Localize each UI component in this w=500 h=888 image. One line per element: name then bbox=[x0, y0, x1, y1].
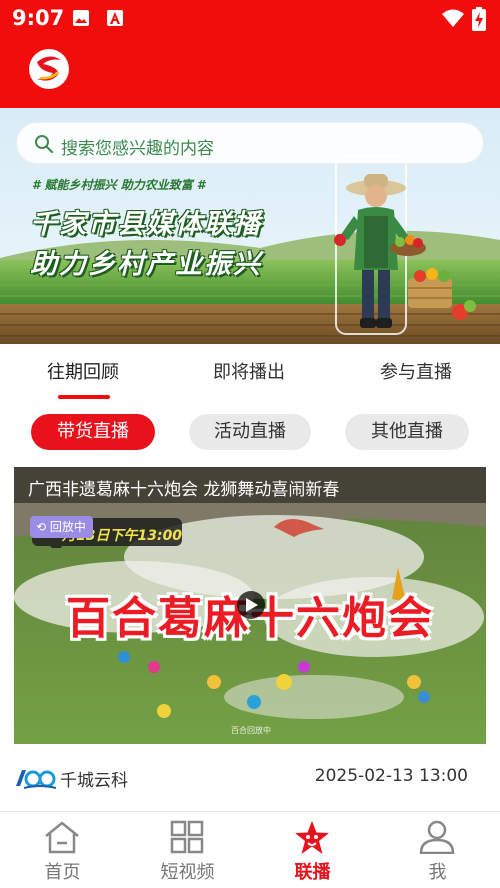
video-card[interactable]: 广西非遗葛麻十六炮会 龙狮舞动喜闹新春 月13日下午13:00 ⟲ 回放中 百合… bbox=[14, 467, 486, 744]
banner-tagline: # 赋能乡村振兴 助力农业致富 # bbox=[32, 178, 206, 192]
hero-banner[interactable]: 搜索您感兴趣的内容 # 赋能乡村振兴 助力农业致富 # 千家市县媒体联播 助力乡… bbox=[0, 108, 500, 344]
replay-badge-label: 回放中 bbox=[49, 520, 86, 534]
tab-upcoming[interactable]: 即将播出 bbox=[213, 358, 285, 384]
play-button[interactable] bbox=[237, 591, 265, 619]
source-logo-icon bbox=[16, 770, 57, 789]
status-bar: 9:07 bbox=[0, 0, 500, 38]
nav-me[interactable]: 我 bbox=[375, 812, 500, 888]
nav-me-label: 我 bbox=[428, 862, 447, 883]
video-title-bar: 广西非遗葛麻十六炮会 龙狮舞动喜闹新春 bbox=[14, 467, 486, 503]
nav-broadcast[interactable]: 联播 bbox=[250, 812, 375, 888]
nav-broadcast-label: 联播 bbox=[294, 862, 331, 883]
status-time: 9:07 bbox=[12, 6, 65, 30]
play-icon bbox=[246, 598, 258, 612]
video-watermark: 百合回放中 bbox=[231, 726, 271, 735]
home-icon bbox=[45, 821, 79, 854]
video-source-row: 千城云科 2025-02-13 13:00 bbox=[0, 758, 500, 798]
person-icon bbox=[419, 820, 455, 854]
replay-icon: ⟲ bbox=[36, 520, 47, 534]
search-bar[interactable]: 搜索您感兴趣的内容 bbox=[16, 122, 484, 164]
tab-join-live[interactable]: 参与直播 bbox=[380, 358, 452, 384]
search-icon bbox=[35, 135, 53, 153]
star-icon bbox=[295, 821, 329, 854]
chip-commerce-live[interactable]: 带货直播 bbox=[31, 414, 155, 450]
wifi-icon bbox=[442, 9, 464, 27]
battery-charging-icon bbox=[472, 7, 486, 31]
grid-icon bbox=[170, 820, 204, 854]
text-a-icon bbox=[107, 10, 123, 26]
replay-badge: ⟲ 回放中 bbox=[30, 516, 93, 538]
nav-home[interactable]: 首页 bbox=[0, 812, 125, 888]
app-bar bbox=[0, 38, 500, 108]
gallery-icon bbox=[73, 10, 89, 26]
farmer-illustration bbox=[334, 174, 476, 328]
tab-past-review[interactable]: 往期回顾 bbox=[47, 358, 119, 384]
bottom-nav: 首页 短视频 联播 我 bbox=[0, 811, 500, 888]
nav-short-video[interactable]: 短视频 bbox=[125, 812, 250, 888]
search-placeholder: 搜索您感兴趣的内容 bbox=[61, 139, 214, 159]
video-date: 2025-02-13 13:00 bbox=[314, 766, 468, 786]
video-title: 广西非遗葛麻十六炮会 龙狮舞动喜闹新春 bbox=[28, 480, 340, 500]
tab-active-indicator bbox=[58, 395, 110, 399]
chip-event-live[interactable]: 活动直播 bbox=[189, 414, 311, 450]
app-logo-icon[interactable] bbox=[28, 48, 70, 90]
nav-home-label: 首页 bbox=[44, 862, 81, 883]
banner-title-line2: 助力乡村产业振兴 bbox=[30, 249, 262, 280]
chip-other-live[interactable]: 其他直播 bbox=[345, 414, 469, 450]
banner-title-line1: 千家市县媒体联播 bbox=[30, 209, 262, 240]
source-name: 千城云科 bbox=[60, 771, 128, 791]
nav-short-video-label: 短视频 bbox=[160, 862, 215, 883]
live-tabs: 往期回顾 即将播出 参与直播 bbox=[0, 344, 500, 402]
